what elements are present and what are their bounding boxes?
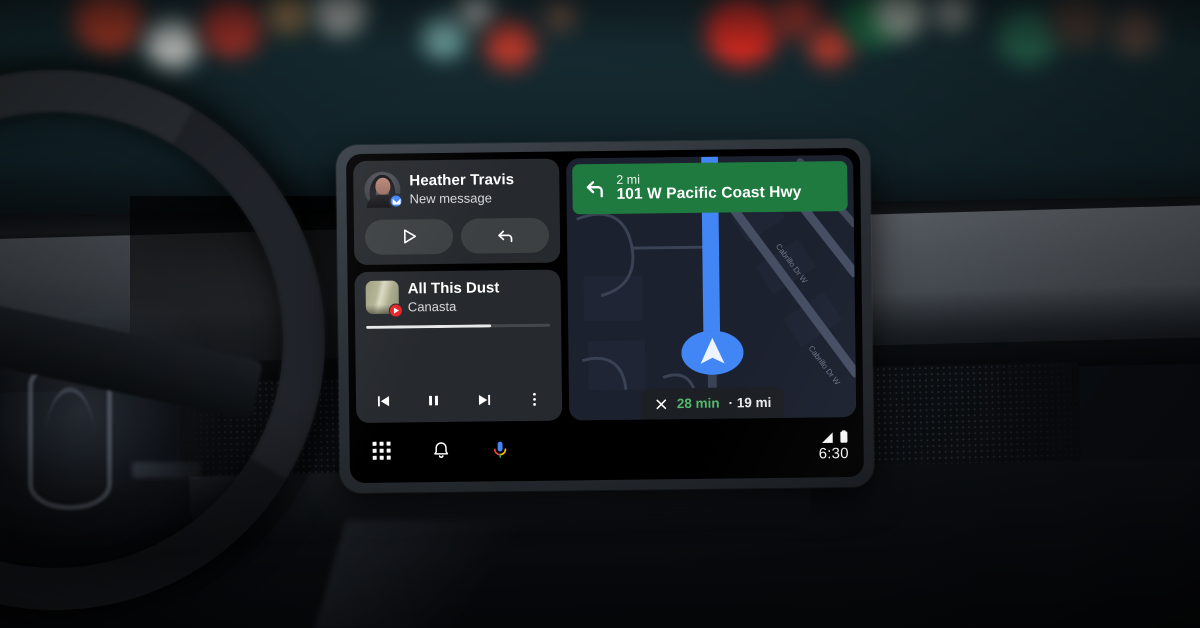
skip-previous-icon	[377, 395, 389, 406]
clock: 6:30	[818, 444, 849, 462]
screen-content: Heather Travis New message All This Dust…	[346, 148, 863, 424]
next-track-button[interactable]	[470, 386, 498, 412]
avatar-face	[374, 177, 391, 195]
play-icon	[403, 229, 417, 244]
track-title: All This Dust	[407, 279, 500, 298]
battery-icon	[840, 429, 848, 443]
eta-duration: 28 min	[676, 395, 720, 412]
message-text: Heather Travis New message	[409, 170, 514, 208]
pause-icon	[429, 395, 439, 405]
reply-icon	[497, 230, 512, 242]
turn-left-icon	[586, 181, 603, 198]
media-metadata: All This Dust Canasta	[408, 279, 500, 316]
bell-icon	[433, 441, 448, 458]
assistant-button[interactable]	[486, 436, 512, 462]
navigation-banner: 2 mi 101 W Pacific Coast Hwy	[572, 161, 848, 215]
system-icons	[820, 429, 848, 444]
media-header: All This Dust Canasta	[365, 278, 550, 318]
reply-message-button[interactable]	[460, 217, 550, 254]
left-column: Heather Travis New message All This Dust…	[353, 158, 563, 424]
overflow-menu-icon	[533, 392, 537, 406]
album-art	[365, 280, 404, 318]
close-icon[interactable]	[654, 397, 668, 411]
eta-distance: · 19 mi	[728, 394, 772, 411]
status-bar: 6:30	[349, 417, 864, 483]
navigation-banner-text: 2 mi 101 W Pacific Coast Hwy	[616, 172, 801, 204]
navigation-map[interactable]: Cabrillo Dr W Cabrillo Dr W 2 mi 101 W P…	[566, 154, 857, 421]
play-message-button[interactable]	[364, 218, 454, 255]
message-card[interactable]: Heather Travis New message	[353, 158, 561, 265]
status-bar-system: 6:30	[818, 428, 852, 462]
track-artist: Canasta	[407, 298, 457, 315]
message-actions	[364, 217, 550, 255]
maneuver-street: 101 W Pacific Coast Hwy	[616, 183, 802, 204]
avatar	[364, 171, 404, 209]
media-card[interactable]: All This Dust Canasta	[354, 269, 563, 424]
apps-grid-icon	[372, 441, 391, 460]
status-bar-nav	[360, 436, 512, 464]
microphone-icon	[493, 441, 506, 458]
app-launcher-button[interactable]	[368, 438, 394, 464]
youtube-music-icon	[388, 303, 404, 318]
more-options-button[interactable]	[521, 386, 549, 412]
eta-chip[interactable]: 28 min · 19 mi	[640, 386, 785, 420]
console-highlight	[314, 520, 606, 628]
message-status: New message	[409, 190, 493, 207]
message-badge-icon	[388, 193, 404, 209]
notifications-button[interactable]	[427, 437, 453, 463]
skip-next-icon	[478, 394, 490, 405]
media-controls	[367, 378, 551, 414]
head-unit-bezel: Heather Travis New message All This Dust…	[335, 138, 875, 494]
navigation-arrow-icon	[680, 330, 743, 375]
cellular-signal-icon	[822, 431, 833, 443]
sender-name: Heather Travis	[409, 171, 515, 190]
message-header: Heather Travis New message	[364, 170, 548, 209]
pause-button[interactable]	[420, 387, 448, 413]
playback-progress-fill	[366, 323, 492, 329]
playback-progress-bar[interactable]	[366, 323, 551, 329]
previous-track-button[interactable]	[369, 388, 397, 414]
android-auto-screen: Heather Travis New message All This Dust…	[346, 147, 864, 484]
